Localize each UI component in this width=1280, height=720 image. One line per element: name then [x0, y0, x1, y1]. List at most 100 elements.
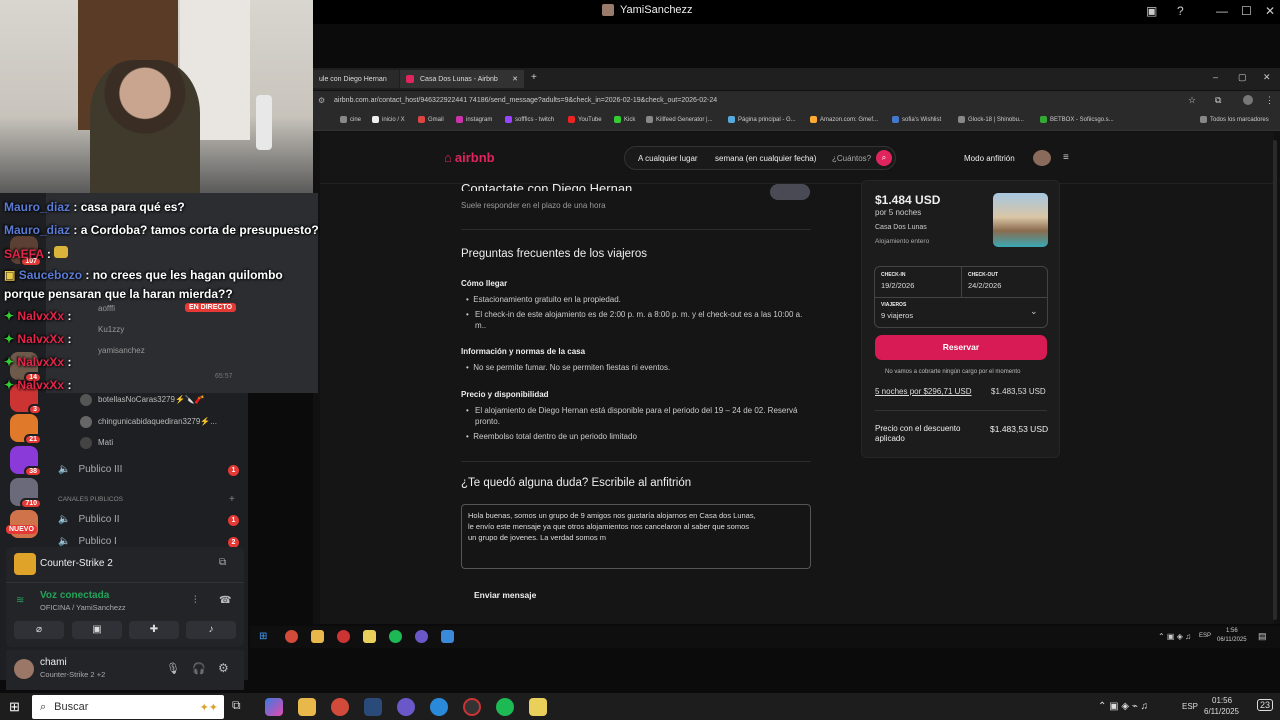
user-avatar[interactable]: [1033, 150, 1051, 166]
close-tab-icon[interactable]: ✕: [512, 75, 518, 83]
bookmark-item[interactable]: Kick: [614, 116, 635, 123]
server-icon[interactable]: 21: [10, 414, 42, 445]
minimize-icon[interactable]: —: [1216, 4, 1228, 18]
activities-button[interactable]: ✚: [129, 621, 179, 639]
channel-publico-i[interactable]: 🔈 Publico I: [58, 536, 117, 547]
bookmark-item[interactable]: Glock-18 | Shinobu...: [958, 116, 1024, 123]
chrome-icon[interactable]: [331, 698, 349, 716]
maximize-icon[interactable]: ☐: [1241, 4, 1252, 18]
server-icon[interactable]: 38: [10, 446, 42, 477]
tray-icons[interactable]: ⌃ ▣ ◈ ♫: [1158, 632, 1191, 641]
screen-share-button[interactable]: ▣: [72, 621, 122, 639]
member-name[interactable]: botellasNoCaras3279⚡🔪🧨: [98, 395, 205, 404]
server-icon[interactable]: 710: [10, 478, 42, 509]
bookmark-item[interactable]: Killfeed Generator |...: [646, 116, 713, 123]
category-header[interactable]: CANALES PUBLICOS: [58, 496, 123, 503]
edge-icon[interactable]: [430, 698, 448, 716]
microphone-icon[interactable]: 🎙: [166, 662, 180, 675]
bookmark-item[interactable]: Amazon.com: Gmef...: [810, 116, 878, 123]
copilot-icon[interactable]: [265, 698, 283, 716]
page-scrollbar[interactable]: [1273, 140, 1277, 620]
search-who[interactable]: ¿Cuántos?: [832, 154, 871, 163]
tray-icons[interactable]: ⌃ ▣ ◈ ⌁ ♫: [1098, 701, 1148, 712]
member-name[interactable]: Ku1zzy: [98, 325, 124, 334]
bookmark-item[interactable]: instagram: [456, 116, 492, 123]
minimize-icon[interactable]: –: [1213, 72, 1218, 82]
add-channel-icon[interactable]: +: [229, 494, 235, 505]
message-textarea[interactable]: Hola buenas, somos un grupo de 9 amigos …: [461, 504, 811, 569]
soundboard-button[interactable]: ♪: [186, 621, 236, 639]
new-tab-icon[interactable]: +: [531, 72, 537, 83]
close-icon[interactable]: ✕: [1263, 72, 1271, 83]
obs-icon[interactable]: [463, 698, 481, 716]
task-view-icon[interactable]: ⧉: [232, 698, 250, 716]
bookmark-item[interactable]: sofffics - twitch: [505, 116, 554, 123]
voice-status[interactable]: Voz conectada: [40, 590, 109, 601]
bookmark-item[interactable]: BETBOX - Sofiicsgo.s...: [1040, 116, 1114, 123]
language-indicator[interactable]: ESP: [1182, 702, 1198, 711]
chevron-down-icon[interactable]: ⌄: [1030, 306, 1038, 317]
tab-airbnb[interactable]: Casa Dos Lunas - Airbnb ✕: [400, 70, 524, 88]
camera-off-button[interactable]: ⌀: [14, 621, 64, 639]
all-bookmarks[interactable]: Todos los marcadores: [1200, 116, 1269, 123]
notification-count[interactable]: 23: [1257, 699, 1274, 711]
search-input[interactable]: ⌕ Buscar ✦✦: [32, 695, 224, 719]
member-name[interactable]: yamisanchez: [98, 346, 145, 355]
spotify-icon[interactable]: [496, 698, 514, 716]
help-icon[interactable]: ?: [1177, 4, 1184, 18]
cs2-icon[interactable]: [529, 698, 547, 716]
bookmark-item[interactable]: YouTube: [568, 116, 602, 123]
search-icon[interactable]: ⌕: [876, 150, 892, 166]
tab-contact[interactable]: ule con Diego Hernan: [313, 70, 399, 88]
notification-icon[interactable]: ▤: [1258, 631, 1267, 642]
headphones-icon[interactable]: 🎧: [192, 662, 206, 675]
channel-publico-iii[interactable]: 🔈 Publico III: [58, 464, 122, 475]
checkout-field[interactable]: 24/2/2026: [968, 281, 1001, 290]
search-where[interactable]: A cualquier lugar: [638, 154, 698, 163]
gear-icon[interactable]: ⚙: [218, 661, 229, 675]
member-name[interactable]: aofffi: [98, 304, 115, 313]
app-icon[interactable]: [363, 630, 376, 643]
disconnect-icon[interactable]: ☎: [219, 595, 231, 606]
bookmark-item[interactable]: inicio / X: [372, 116, 405, 123]
checkin-field[interactable]: 19/2/2026: [881, 281, 914, 290]
member-name[interactable]: chingunicabidaquediran3279⚡...: [98, 417, 217, 426]
bookmark-star-icon[interactable]: ☆: [1188, 95, 1196, 106]
discord-icon[interactable]: [397, 698, 415, 716]
app-icon[interactable]: [337, 630, 350, 643]
menu-icon[interactable]: ≡: [1063, 152, 1069, 163]
price-breakdown-link[interactable]: 5 noches por $296,71 USD: [875, 387, 972, 396]
send-message-button[interactable]: Enviar mensaje: [474, 590, 536, 600]
host-mode-link[interactable]: Modo anfitrión: [964, 154, 1015, 163]
search-when[interactable]: semana (en cualquier fecha): [715, 154, 816, 163]
close-icon[interactable]: ✕: [1265, 4, 1275, 18]
bookmark-item[interactable]: sofia's Wishlist: [892, 116, 941, 123]
bookmark-item[interactable]: cine: [340, 116, 361, 123]
url-input[interactable]: airbnb.com.ar/contact_host/946322922441 …: [334, 97, 717, 104]
file-explorer-icon[interactable]: [298, 698, 316, 716]
chrome-icon[interactable]: [285, 630, 298, 643]
user-name[interactable]: chami: [40, 657, 67, 668]
extensions-icon[interactable]: ⧉: [1215, 95, 1221, 106]
maximize-icon[interactable]: ▢: [1238, 72, 1247, 83]
channel-publico-ii[interactable]: 🔈 Publico II: [58, 514, 120, 525]
screen-share-icon[interactable]: ⧉: [219, 557, 226, 568]
spotify-icon[interactable]: [389, 630, 402, 643]
folder-icon[interactable]: [311, 630, 324, 643]
screen-icon[interactable]: ▣: [1146, 4, 1157, 18]
voice-channel[interactable]: OFICINA / YamiSanchezz: [40, 603, 126, 612]
member-name[interactable]: Mati: [98, 438, 113, 447]
site-info-icon[interactable]: ⚙: [318, 96, 325, 105]
app-icon[interactable]: [441, 630, 454, 643]
windows-icon[interactable]: ⊞: [259, 631, 267, 642]
bookmark-item[interactable]: Página principal - G...: [728, 116, 796, 123]
profile-avatar[interactable]: [1243, 95, 1253, 105]
steam-icon[interactable]: [364, 698, 382, 716]
start-icon[interactable]: ⊞: [9, 699, 20, 715]
inner-lang[interactable]: ESP: [1199, 633, 1211, 639]
bookmark-item[interactable]: Gmail: [418, 116, 444, 123]
menu-icon[interactable]: ⋮: [1265, 95, 1274, 106]
airbnb-logo[interactable]: ⌂ airbnb: [444, 150, 495, 165]
discord-icon[interactable]: [415, 630, 428, 643]
reserve-button[interactable]: Reservar: [875, 335, 1047, 360]
